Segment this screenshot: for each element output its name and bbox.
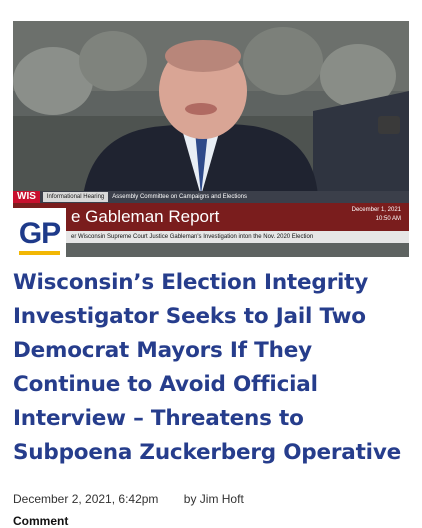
chyron-time: 10:50 AM (375, 216, 401, 222)
chyron-top-bar: WIS Informational Hearing Assembly Commi… (13, 191, 409, 203)
chyron-title: e Gableman Report (71, 207, 220, 226)
article-title[interactable]: Wisconsin’s Election Integrity Investiga… (13, 266, 413, 470)
article-meta: December 2, 2021, 6:42pm by Jim Hoft (13, 492, 244, 506)
gp-logo-text: GP (18, 217, 61, 250)
comment-link[interactable]: Comment (13, 514, 68, 528)
hearing-type-tag: Informational Hearing (42, 192, 109, 202)
article-date: December 2, 2021, 6:42pm (13, 492, 159, 506)
committee-label: Assembly Committee on Campaigns and Elec… (112, 194, 247, 200)
channel-logo: WIS (13, 191, 40, 203)
gp-logo-underline (19, 251, 60, 255)
article-byline[interactable]: by Jim Hoft (184, 492, 244, 506)
chyron-date: December 1, 2021 (351, 207, 401, 213)
article-hero-image[interactable]: WIS Informational Hearing Assembly Commi… (13, 21, 409, 257)
site-logo-badge[interactable]: GP (13, 208, 66, 260)
chyron-datetime: December 1, 2021 10:50 AM (352, 206, 401, 224)
chyron-main-bar: e Gableman Report December 1, 2021 10:50… (13, 203, 409, 231)
chyron-ticker: er Wisconsin Supreme Court Justice Gable… (13, 231, 409, 243)
